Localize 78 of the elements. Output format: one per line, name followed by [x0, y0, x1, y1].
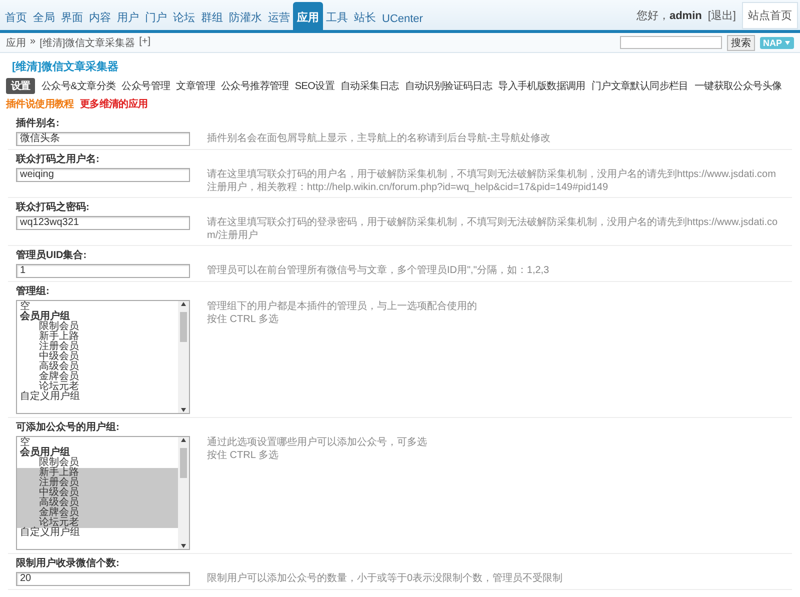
select-option[interactable]: 会员用户组	[17, 448, 178, 458]
search-field[interactable]	[620, 36, 722, 49]
select-option[interactable]: 高级会员	[17, 362, 178, 372]
site-home-button[interactable]: 站点首页	[742, 2, 798, 28]
select-option[interactable]: 注册会员	[17, 478, 178, 488]
select-option[interactable]: 论坛元老	[17, 518, 178, 528]
nav-tab[interactable]: 门户	[142, 6, 170, 30]
nav-tab[interactable]: 内容	[86, 6, 114, 30]
select-option[interactable]: 中级会员	[17, 488, 178, 498]
add-link[interactable]: [+]	[139, 36, 151, 50]
input-field[interactable]: 微信头条	[16, 132, 190, 146]
breadcrumb-link[interactable]: 应用	[6, 36, 26, 50]
nav-tab[interactable]: UCenter	[379, 9, 426, 30]
setting-label: 可添加公众号的用户组:	[16, 421, 120, 434]
breadcrumb-separator: »	[30, 36, 36, 48]
hint-text: 请在这里填写联众打码的登录密码，用于破解防采集机制，不填写则无法破解防采集机制，没用户名的请先到https://www.jsdati.com/注册用户	[207, 216, 779, 242]
select-option[interactable]: 中级会员	[17, 352, 178, 362]
plugin-tab[interactable]: 自动采集日志	[340, 78, 399, 94]
nav-tab[interactable]: 界面	[58, 6, 86, 30]
plugin-tab[interactable]: 公众号推荐管理	[221, 78, 289, 94]
nav-tab[interactable]: 站长	[351, 6, 379, 30]
select-option[interactable]: 自定义用户组	[17, 392, 178, 402]
select-option[interactable]: 金牌会员	[17, 372, 178, 382]
hint-text: 管理员可以在前台管理所有微信号与文章，多个管理员ID用","分隔，如：1,2,3	[207, 264, 550, 277]
nav-tab[interactable]: 用户	[114, 6, 142, 30]
plugin-tab[interactable]: 文章管理	[176, 78, 216, 94]
input-field[interactable]: wq123wq321	[16, 216, 190, 230]
hint-text: 管理组下的用户都是本插件的管理员，与上一选项配合使用的	[207, 300, 478, 313]
scrollbar-icon[interactable]	[178, 301, 189, 413]
hint-text: 插件别名会在面包屑导航上显示，主导航上的名称请到后台导航-主导航处修改	[207, 132, 552, 145]
plugin-tab[interactable]: 门户文章默认同步栏目	[591, 78, 688, 94]
select-option[interactable]: 金牌会员	[17, 508, 178, 518]
hint-text: 请在这里填写联众打码的用户名，用于破解防采集机制，不填写则无法破解防采集机制，没用户名的请先到https://www.jsdati.com注册用户，相关教程：http://help.wikin.cn/forum.php?id=wq_help&cid=17&pid=149#pid149	[207, 168, 777, 194]
nav-tab[interactable]: 运营	[265, 6, 293, 30]
nav-tab[interactable]: 工具	[323, 6, 351, 30]
breadcrumb-link[interactable]: [维清]微信文章采集器	[40, 36, 136, 50]
nav-tab[interactable]: 群组	[198, 6, 226, 30]
setting-label: 管理组:	[16, 285, 50, 298]
plugin-tab[interactable]: 公众号&文章分类	[41, 78, 116, 94]
setting-label: 联众打码之用户名:	[16, 153, 100, 166]
setting-label: 管理员UID集合:	[16, 249, 87, 262]
caret-icon	[784, 39, 791, 46]
nav-tab[interactable]: 全局	[30, 6, 58, 30]
nav-tab[interactable]: 首页	[2, 6, 30, 30]
scrollbar-icon[interactable]	[178, 437, 189, 549]
hint-text: 限制用户可以添加公众号的数量，小于或等于0表示没限制个数，管理员不受限制	[207, 572, 564, 585]
plugin-title: [维清]微信文章采集器	[12, 60, 118, 74]
plugin-tab[interactable]: 一键获取公众号头像	[694, 78, 782, 94]
setting-label: 限制用户收录微信个数:	[16, 557, 120, 570]
search-button[interactable]: 搜索	[726, 34, 755, 50]
plugin-tab[interactable]: 公众号管理	[122, 78, 170, 94]
select-option[interactable]: 注册会员	[17, 342, 178, 352]
input-field[interactable]: 1	[16, 264, 190, 278]
logout-link[interactable]: [退出]	[708, 8, 736, 22]
select-option[interactable]: 限制会员	[17, 322, 178, 332]
greeting-text: 您好，admin	[636, 8, 702, 22]
select-option[interactable]: 论坛元老	[17, 382, 178, 392]
plugin-tab[interactable]: 导入手机版数据调用	[498, 78, 586, 94]
plugin-tab[interactable]: 设置	[6, 78, 36, 94]
hint-text: 按住 CTRL 多选	[207, 449, 280, 462]
hint-text: 按住 CTRL 多选	[207, 313, 280, 326]
setting-label: 插件别名:	[16, 117, 60, 130]
input-field[interactable]: 20	[16, 572, 190, 586]
plugin-tab[interactable]: SEO设置	[294, 78, 335, 94]
select-option[interactable]: 高级会员	[17, 498, 178, 508]
plugin-tab[interactable]: 自动识别验证码日志	[404, 78, 492, 94]
hint-text: 通过此选项设置哪些用户可以添加公众号，可多选	[207, 436, 428, 449]
select-option[interactable]: 会员用户组	[17, 312, 178, 322]
nav-tab[interactable]: 论坛	[170, 6, 198, 30]
select-option[interactable]: 新手上路	[17, 332, 178, 342]
nav-tab[interactable]: 应用	[293, 2, 323, 30]
input-field[interactable]: weiqing	[16, 168, 190, 182]
select-option[interactable]: 自定义用户组	[17, 528, 178, 538]
nav-tab[interactable]: 防灌水	[226, 6, 265, 30]
plugin-tab[interactable]: 更多维清的应用	[80, 96, 148, 112]
select-option[interactable]: 新手上路	[17, 468, 178, 478]
select-option[interactable]: 限制会员	[17, 458, 178, 468]
setting-label: 联众打码之密码:	[16, 201, 90, 214]
